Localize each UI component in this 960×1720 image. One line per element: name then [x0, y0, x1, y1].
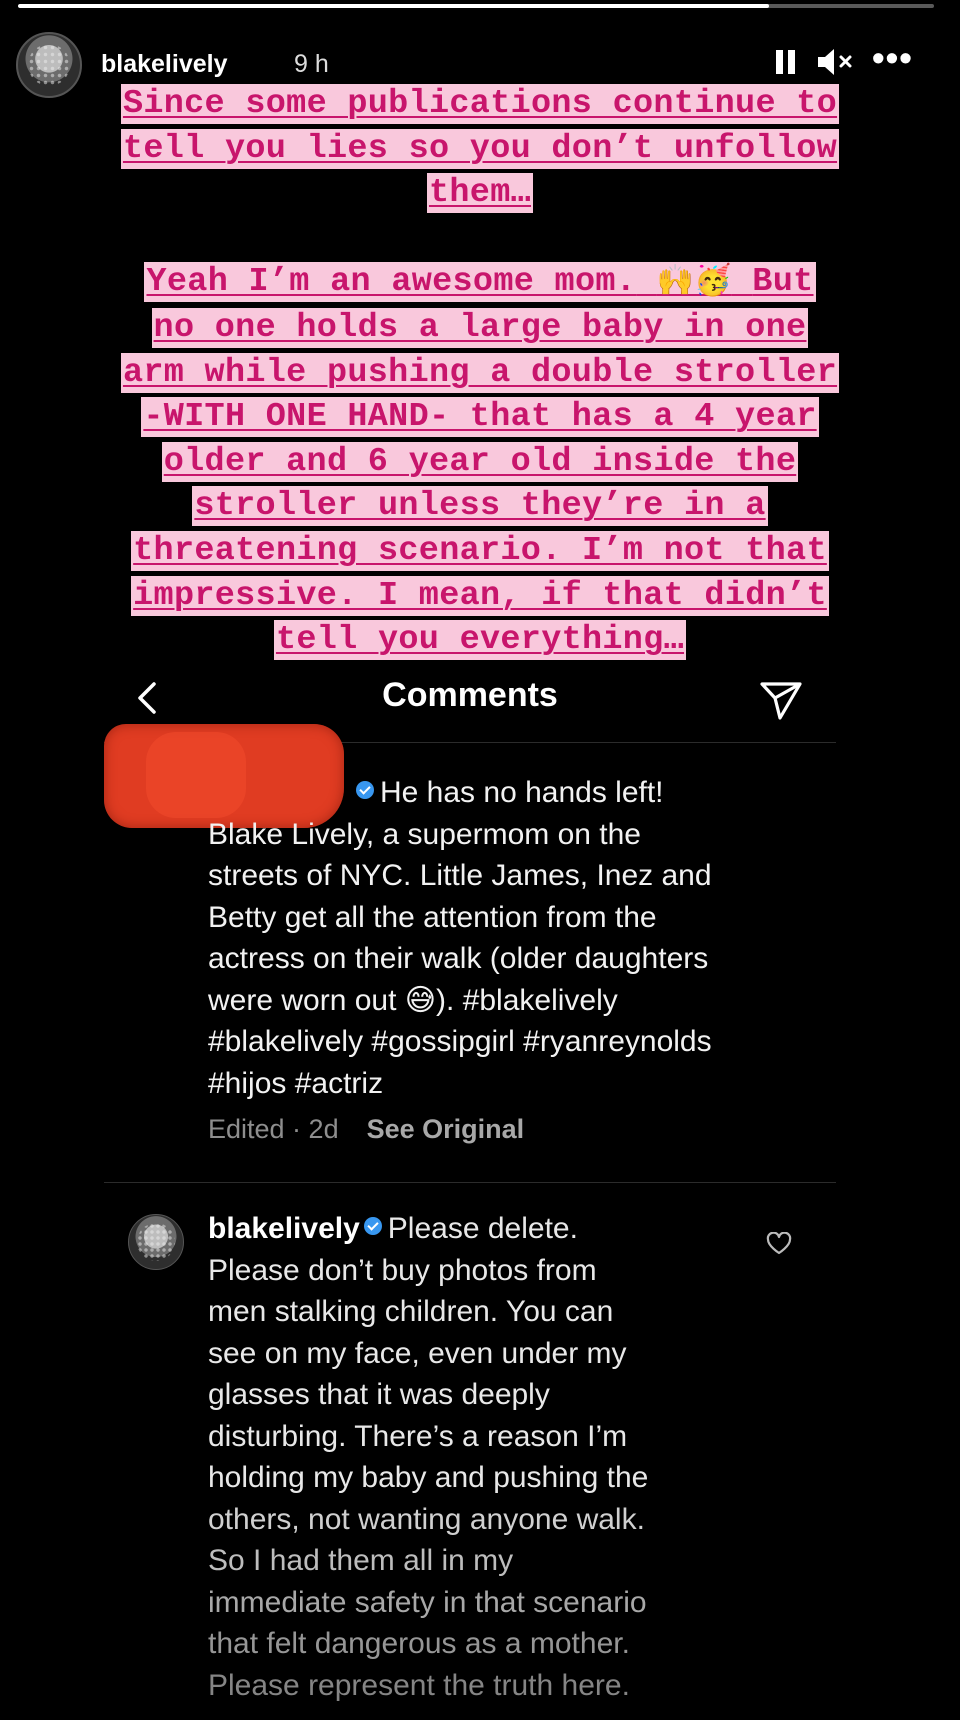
caption-paragraph-1: Since some publications continue to tell…	[55, 82, 905, 216]
comment-line: Blake Lively, a supermom on the	[208, 817, 641, 851]
send-icon[interactable]	[758, 676, 804, 722]
story-progress-fill	[18, 4, 770, 8]
comment-line: men stalking children. You can	[208, 1295, 614, 1328]
caption-line: threatening scenario. I’m not that	[131, 530, 829, 571]
comment-line: streets of NYC. Little James, Inez and	[208, 859, 712, 892]
caption-line: -WITH ONE HAND- that has a 4 year	[141, 397, 819, 438]
comment-line: He has no hands left!	[380, 776, 664, 809]
comment-line: holding my baby and pushing the	[208, 1461, 649, 1494]
comment-line: that felt dangerous as a mother.	[208, 1627, 630, 1660]
caption-text: But	[752, 263, 814, 302]
story-progress-bar	[18, 4, 934, 8]
raised-hands-party-emoji: 🙌🥳	[656, 266, 732, 301]
comment-username[interactable]: blakelively	[208, 1212, 360, 1245]
heart-icon[interactable]	[766, 1231, 792, 1256]
comment-line: others, not wanting anyone walk.	[208, 1502, 645, 1536]
verified-badge-icon	[363, 1217, 382, 1235]
comment-item: He has no hands left! Blake Lively, a su…	[104, 724, 836, 1154]
comment-line: #blakelively #gossipgirl #ryanreynolds	[208, 1025, 712, 1058]
comment-line: Please don’t buy photos from	[208, 1253, 597, 1287]
comment-item: blakelively Please delete. Please don’t b…	[104, 1208, 836, 1708]
comment-timestamp: Edited · 2d	[208, 1114, 339, 1144]
comments-title: Comments	[382, 676, 558, 714]
story-username[interactable]: blakelively	[101, 50, 227, 79]
story-caption: Since some publications continue to tell…	[55, 82, 905, 663]
divider	[104, 1182, 836, 1183]
caption-line: arm while pushing a double stroller	[120, 352, 840, 393]
comment-line: Betty get all the attention from the	[208, 900, 657, 934]
caption-line: stroller unless they’re in a	[192, 486, 768, 527]
caption-text: Yeah I’m an awesome mom.	[146, 263, 637, 302]
comment-line: Please delete.	[387, 1212, 578, 1245]
comment-line: Please represent the truth here.	[208, 1668, 630, 1702]
avatar[interactable]	[128, 1214, 184, 1270]
comment-line: immediate safety in that scenario	[208, 1585, 647, 1619]
caption-line: tell you everything…	[273, 620, 687, 661]
caption-line: them…	[426, 173, 534, 214]
caption-paragraph-2: Yeah I’m an awesome mom. 🙌🥳 But no one h…	[55, 260, 905, 662]
see-original-link[interactable]: See Original	[367, 1114, 525, 1144]
caption-line: no one holds a large baby in one	[151, 307, 809, 348]
caption-line: impressive. I mean, if that didn’t	[131, 575, 829, 616]
comment-text: blakelively Please delete. Please don’t b…	[208, 1208, 828, 1706]
pause-icon[interactable]	[776, 46, 800, 78]
comment-line: So I had them all in my	[208, 1544, 514, 1577]
comment-line: were worn out 😅). #blakelively	[208, 983, 618, 1017]
comment-line: see on my face, even under my	[208, 1336, 627, 1370]
comment-text: He has no hands left! Blake Lively, a su…	[208, 772, 828, 1104]
more-options-icon[interactable]: •••	[872, 40, 932, 78]
comment-line: disturbing. There’s a reason I’m	[208, 1419, 628, 1453]
caption-line: older and 6 year old inside the	[161, 441, 799, 482]
mute-icon[interactable]	[816, 46, 856, 78]
caption-line: tell you lies so you don’t unfollow	[120, 128, 840, 169]
verified-badge-icon	[356, 781, 374, 799]
caption-line: Since some publications continue to	[120, 84, 840, 124]
comment-line: actress on their walk (older daughters	[208, 942, 709, 975]
caption-line: Yeah I’m an awesome mom. 🙌🥳 But	[144, 262, 816, 303]
story-time: 9 h	[294, 50, 329, 78]
comment-meta: Edited · 2d See Original	[208, 1114, 524, 1145]
comment-line: #hijos #actriz	[208, 1066, 384, 1100]
comment-line: glasses that it was deeply	[208, 1378, 550, 1411]
